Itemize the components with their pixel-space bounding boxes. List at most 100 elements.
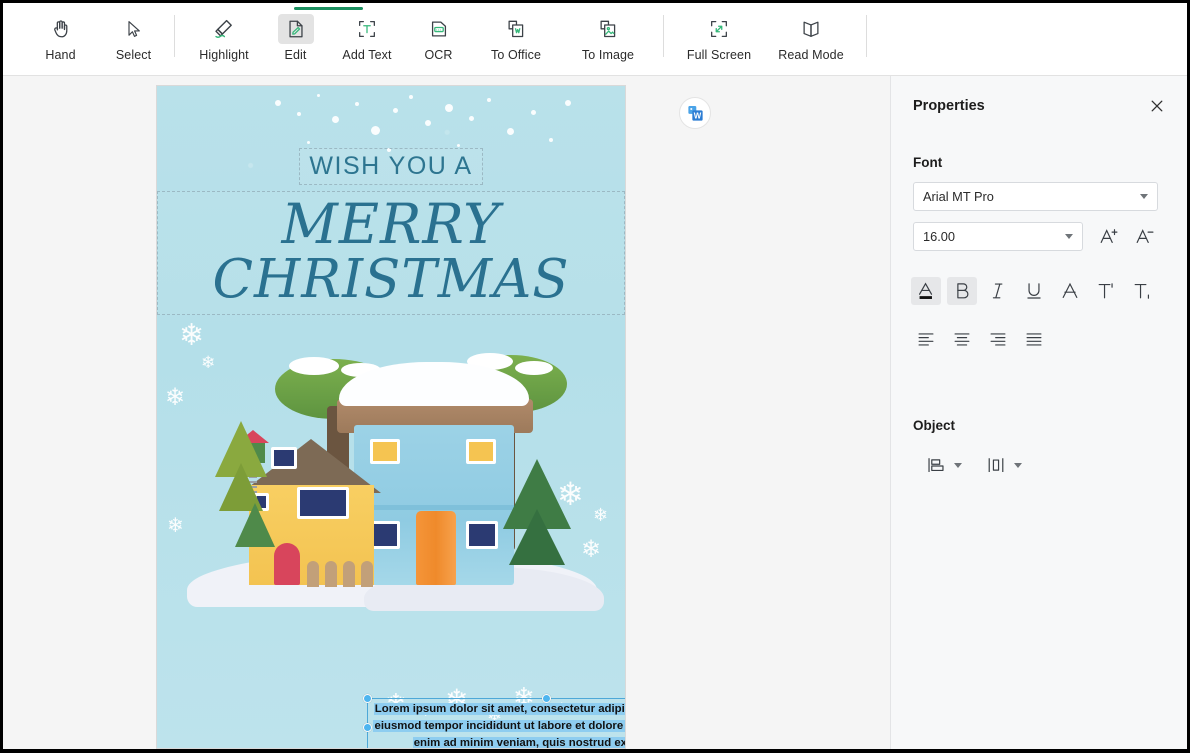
card-title-line3[interactable]: CHRISTMAS <box>160 252 622 308</box>
card-title-line1[interactable]: WISH YOU A <box>299 148 483 185</box>
font-family-select[interactable]: Arial MT Pro <box>913 182 1158 211</box>
resize-handle-n[interactable] <box>542 694 551 703</box>
toolbar-item-highlight[interactable]: Highlight <box>184 9 264 62</box>
card-title-line2[interactable]: MERRY <box>160 196 622 252</box>
fence-post <box>361 561 373 587</box>
toolbar-item-to-office[interactable]: To Office <box>470 9 562 62</box>
toolbar-divider-3 <box>866 15 867 57</box>
fence-post <box>325 561 337 587</box>
blue-house-floor-line <box>354 505 514 510</box>
toolbar-item-to-image[interactable]: To Image <box>562 9 654 62</box>
toolbar-item-select[interactable]: Select <box>102 9 165 62</box>
align-justify-button[interactable] <box>1019 325 1049 353</box>
body-text-line2: eiusmod tempor incididunt ut labore et d… <box>373 720 625 732</box>
font-family-value: Arial MT Pro <box>923 189 994 204</box>
italic-button[interactable] <box>983 277 1013 305</box>
toolbar-divider-1 <box>174 15 175 57</box>
pine-tree <box>235 503 275 547</box>
resize-handle-nw[interactable] <box>363 694 372 703</box>
toolbar-item-label: To Image <box>581 48 635 62</box>
fence-post <box>307 561 319 587</box>
body-text-line: eiusmod tempor incididunt ut labore et d… <box>368 718 625 735</box>
application-window: Hand Select Highlight Edit Add Text OCR … <box>3 3 1187 749</box>
toolbar-item-ocr[interactable]: OCR <box>407 9 470 62</box>
svg-text:W: W <box>693 111 701 120</box>
cursor-icon <box>116 14 152 44</box>
word-icon: W <box>686 104 705 123</box>
subscript-button[interactable] <box>1127 277 1157 305</box>
red-door <box>274 543 300 585</box>
toolbar-item-label: Full Screen <box>686 48 752 62</box>
canopy-snow <box>289 357 339 375</box>
body-text-line3: enim ad minim veniam, quis nostrud exerc… <box>412 737 625 748</box>
book-icon <box>793 14 829 44</box>
resize-handle-w[interactable] <box>363 723 372 732</box>
document-work-area[interactable]: ❄ ❄ ❄ ❄ ❄ ❄ ❄ ❄ ❄ ❄ ❄ ❄ ❄ WISH YOU A MER… <box>3 76 890 749</box>
toolbar-item-read-mode[interactable]: Read Mode <box>765 9 857 62</box>
main-toolbar: Hand Select Highlight Edit Add Text OCR … <box>3 3 1187 76</box>
toolbar-item-add-text[interactable]: Add Text <box>327 9 407 62</box>
toolbar-item-label: Hand <box>45 48 76 62</box>
toolbar-item-label: Edit <box>284 48 307 62</box>
chevron-down-icon <box>1140 194 1148 199</box>
blue-house-window <box>466 439 496 464</box>
canopy-snow <box>515 361 553 375</box>
increase-font-size-icon[interactable] <box>1094 222 1124 250</box>
toolbar-item-label: Read Mode <box>778 48 844 62</box>
font-color-button[interactable] <box>911 277 941 305</box>
selected-text-block[interactable]: Lorem ipsum dolor sit amet, consectetur … <box>363 694 625 748</box>
toolbar-item-hand[interactable]: Hand <box>29 9 92 62</box>
body-text-line: enim ad minim veniam, quis nostrud exerc… <box>368 735 625 748</box>
yellow-house-window <box>297 487 349 519</box>
align-center-button[interactable] <box>947 325 977 353</box>
strikethrough-button[interactable] <box>1055 277 1085 305</box>
properties-panel-header: Properties <box>913 95 1168 117</box>
highlighter-icon <box>206 14 242 44</box>
toolbar-divider-2 <box>663 15 664 57</box>
card-headline-box[interactable]: MERRY CHRISTMAS <box>157 191 625 315</box>
toolbar-item-label: Select <box>115 48 152 62</box>
panel-title: Properties <box>913 98 985 114</box>
font-size-select[interactable]: 16.00 <box>913 222 1083 251</box>
toolbar-item-label: To Office <box>491 48 541 62</box>
christmas-illustration <box>179 351 604 611</box>
distribute-objects-icon <box>985 454 1007 476</box>
object-section-label: Object <box>913 418 956 433</box>
hand-icon <box>43 14 79 44</box>
yellow-house-window <box>271 447 297 469</box>
toolbar-item-edit[interactable]: Edit <box>264 9 327 62</box>
body-text-line: Lorem ipsum dolor sit amet, consectetur … <box>368 701 625 718</box>
superscript-button[interactable] <box>1091 277 1121 305</box>
close-icon[interactable] <box>1146 95 1168 117</box>
chevron-down-icon <box>954 462 962 468</box>
to-office-icon <box>498 14 534 44</box>
to-image-icon <box>590 14 626 44</box>
font-size-value: 16.00 <box>923 229 956 244</box>
align-objects-button[interactable] <box>925 451 962 479</box>
underline-button[interactable] <box>1019 277 1049 305</box>
body-text-line1: Lorem ipsum dolor sit amet, consectetur … <box>373 703 625 715</box>
card-title-group[interactable]: WISH YOU A MERRY CHRISTMAS <box>157 148 625 315</box>
toolbar-items: Hand Select Highlight Edit Add Text OCR … <box>3 9 876 75</box>
blue-house-window <box>466 521 498 549</box>
font-section-label: Font <box>913 155 943 170</box>
toolbar-item-full-screen[interactable]: Full Screen <box>673 9 765 62</box>
bold-button[interactable] <box>947 277 977 305</box>
fullscreen-icon <box>701 14 737 44</box>
toolbar-item-label: Add Text <box>342 48 392 62</box>
add-text-icon <box>349 14 385 44</box>
toolbar-item-label: OCR <box>424 48 453 62</box>
chevron-down-icon <box>1065 234 1073 239</box>
distribute-objects-button[interactable] <box>985 451 1022 479</box>
to-word-floating-button[interactable]: W <box>679 97 711 129</box>
document-page[interactable]: ❄ ❄ ❄ ❄ ❄ ❄ ❄ ❄ ❄ ❄ ❄ ❄ ❄ WISH YOU A MER… <box>156 85 626 749</box>
align-left-button[interactable] <box>911 325 941 353</box>
ocr-icon <box>421 14 457 44</box>
properties-panel: Properties Font Arial MT Pro 16.00 Objec… <box>890 76 1187 749</box>
align-right-button[interactable] <box>983 325 1013 353</box>
decrease-font-size-icon[interactable] <box>1130 222 1160 250</box>
fence-post <box>343 561 355 587</box>
pine-tree <box>509 509 565 565</box>
align-objects-icon <box>925 454 947 476</box>
edit-page-icon <box>277 14 314 44</box>
